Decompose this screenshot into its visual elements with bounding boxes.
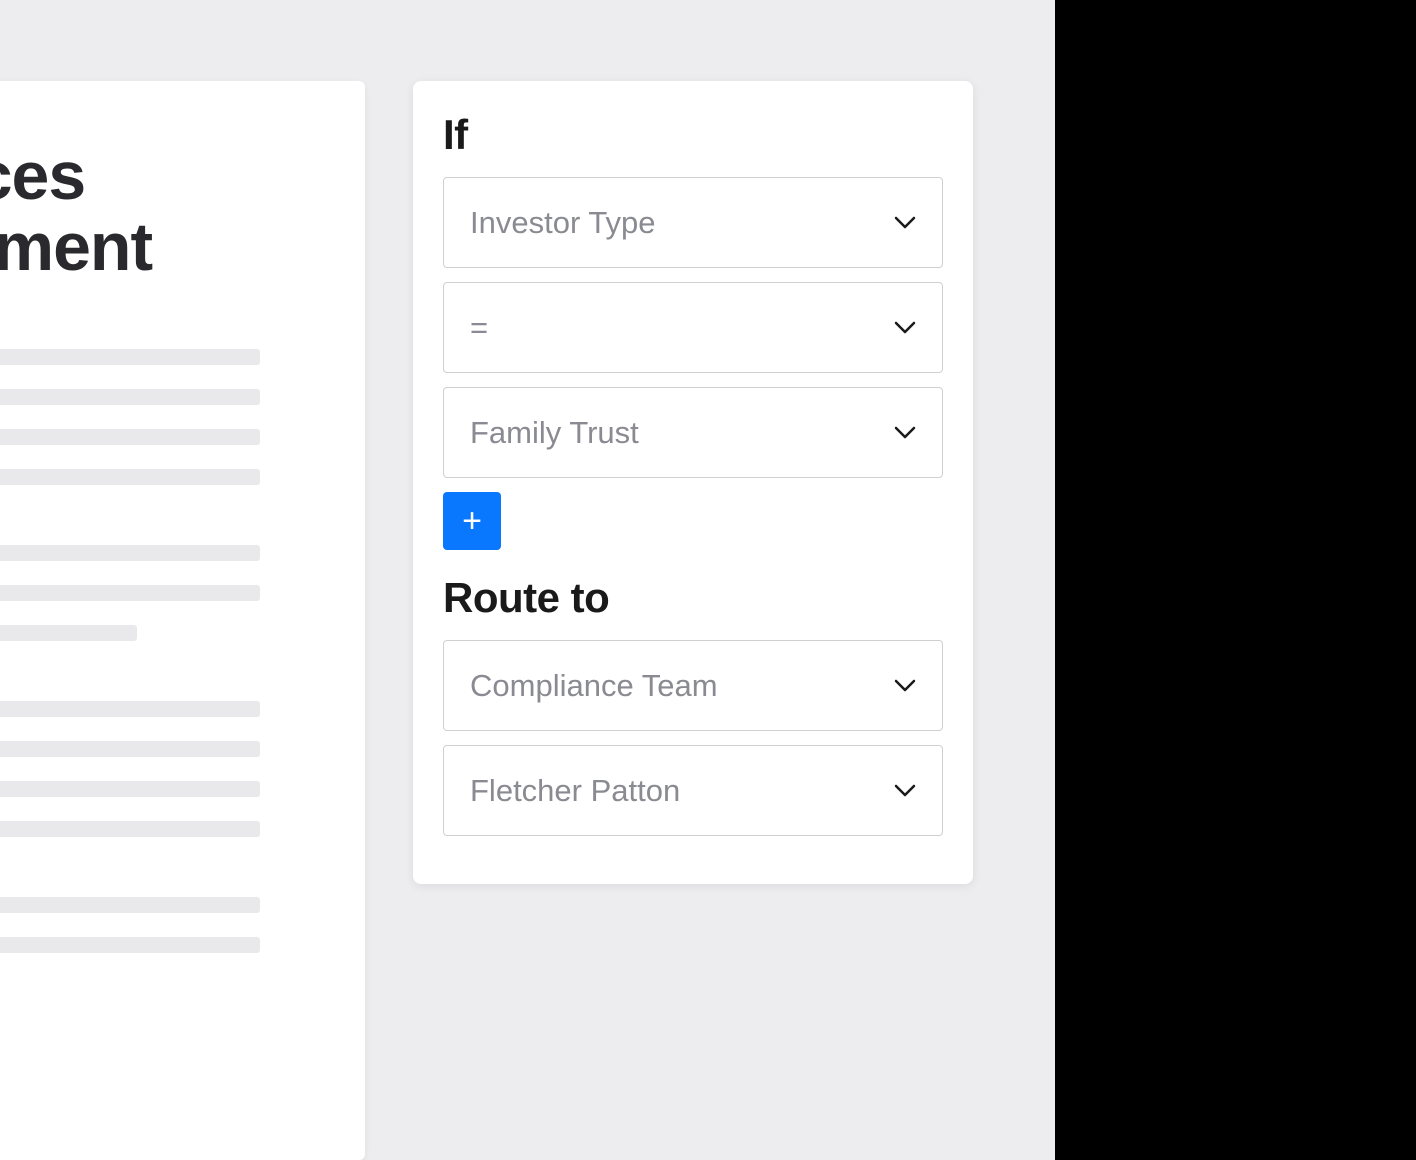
chevron-down-icon	[894, 679, 916, 693]
skeleton-paragraph-1	[0, 349, 325, 485]
chevron-down-icon	[894, 216, 916, 230]
skeleton-line	[0, 897, 260, 913]
if-heading: If	[443, 111, 943, 159]
skeleton-line	[0, 429, 260, 445]
skeleton-paragraph-3	[0, 701, 325, 837]
route-team-dropdown[interactable]: Compliance Team	[443, 640, 943, 731]
skeleton-paragraph-2	[0, 545, 325, 641]
document-preview-panel: vices eement	[0, 81, 365, 1160]
skeleton-line	[0, 741, 260, 757]
skeleton-line	[0, 389, 260, 405]
dropdown-value: Fletcher Patton	[470, 773, 680, 809]
routing-rule-panel: If Investor Type = Family Trust + Route …	[413, 81, 973, 884]
dropdown-value: =	[470, 310, 488, 346]
dropdown-value: Compliance Team	[470, 668, 718, 704]
chevron-down-icon	[894, 321, 916, 335]
skeleton-line	[0, 781, 260, 797]
skeleton-line	[0, 545, 260, 561]
skeleton-paragraph-4	[0, 897, 325, 953]
skeleton-line	[0, 625, 137, 641]
skeleton-line	[0, 821, 260, 837]
dropdown-value: Investor Type	[470, 205, 656, 241]
skeleton-line	[0, 469, 260, 485]
condition-value-dropdown[interactable]: Family Trust	[443, 387, 943, 478]
document-title-line1: vices	[0, 138, 85, 214]
chevron-down-icon	[894, 426, 916, 440]
plus-icon: +	[462, 502, 482, 541]
skeleton-line	[0, 349, 260, 365]
add-condition-button[interactable]: +	[443, 492, 501, 550]
condition-operator-dropdown[interactable]: =	[443, 282, 943, 373]
route-to-heading: Route to	[443, 574, 943, 622]
skeleton-line	[0, 937, 260, 953]
chevron-down-icon	[894, 784, 916, 798]
right-sidebar	[1055, 0, 1416, 1160]
condition-field-dropdown[interactable]: Investor Type	[443, 177, 943, 268]
dropdown-value: Family Trust	[470, 415, 639, 451]
document-title-line2: eement	[0, 209, 152, 285]
skeleton-line	[0, 701, 260, 717]
document-title: vices eement	[0, 141, 325, 284]
route-person-dropdown[interactable]: Fletcher Patton	[443, 745, 943, 836]
skeleton-line	[0, 585, 260, 601]
